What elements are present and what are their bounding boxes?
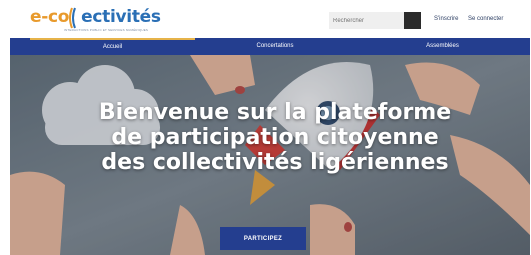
- logo-part2: ectivités: [81, 7, 161, 27]
- site-header: e-co ectivités INTERACTIONS PUBLIC ET SER…: [0, 0, 531, 38]
- signup-link[interactable]: S'inscrire: [434, 16, 458, 22]
- hero-banner: Bienvenue sur la plateforme de participa…: [10, 55, 530, 255]
- logo-parenthesis-icon: [69, 7, 76, 29]
- search-button[interactable]: [404, 12, 421, 29]
- nav-item-accueil[interactable]: Accueil: [30, 38, 195, 55]
- hero-title: Bienvenue sur la plateforme de participa…: [50, 100, 500, 175]
- hero-title-line-1: Bienvenue sur la plateforme: [98, 100, 452, 125]
- main-nav: Accueil Concertations Assemblées: [10, 38, 530, 55]
- site-logo[interactable]: e-co ectivités INTERACTIONS PUBLIC ET SER…: [30, 7, 161, 33]
- page: e-co ectivités INTERACTIONS PUBLIC ET SER…: [0, 0, 531, 255]
- logo-tagline: INTERACTIONS PUBLIC ET SERVICES NUMÉRIQU…: [64, 28, 149, 32]
- login-link[interactable]: Se connecter: [468, 16, 503, 22]
- hero-title-line-2: de participation citoyenne: [111, 125, 439, 150]
- nav-item-assemblees[interactable]: Assemblées: [355, 38, 530, 55]
- search-bar: [329, 12, 421, 29]
- participate-button[interactable]: PARTICIPEZ: [220, 227, 306, 250]
- nav-item-concertations[interactable]: Concertations: [195, 38, 355, 55]
- hero-title-line-3: des collectivités ligériennes: [101, 150, 449, 175]
- logo-part1: e-co: [30, 7, 70, 27]
- search-input[interactable]: [329, 12, 404, 29]
- logo-wordmark: e-co ectivités: [30, 7, 161, 27]
